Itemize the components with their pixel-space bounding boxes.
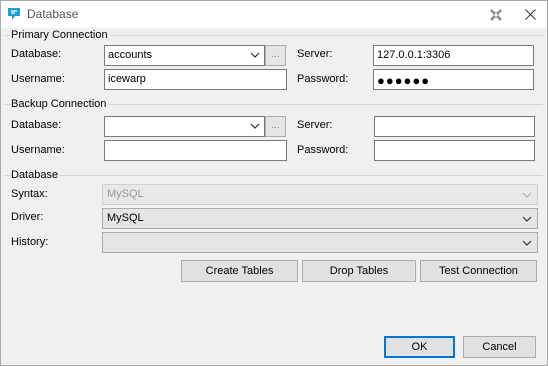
chevron-down-icon <box>522 192 532 198</box>
backup-database-label: Database: <box>11 119 62 131</box>
primary-database-value: accounts <box>108 49 153 61</box>
backup-server-input[interactable] <box>374 116 535 137</box>
syntax-dropdown: MySQL <box>102 184 538 205</box>
primary-username-label: Username: <box>11 73 65 85</box>
primary-password-label: Password: <box>297 73 349 85</box>
backup-database-browse-button[interactable]: ... <box>265 116 286 137</box>
primary-username-input[interactable]: icewarp <box>104 69 287 90</box>
chevron-down-icon <box>250 123 260 129</box>
backup-password-input[interactable] <box>374 140 535 161</box>
title-bar: Database <box>1 1 547 28</box>
database-section-label: Database <box>11 169 61 181</box>
driver-value: MySQL <box>107 212 144 224</box>
primary-password-input[interactable]: ●●●●●● <box>373 69 534 90</box>
chevron-down-icon <box>522 240 532 246</box>
backup-password-label: Password: <box>297 144 349 156</box>
driver-label: Driver: <box>11 211 44 223</box>
database-app-icon <box>8 8 20 20</box>
primary-database-label: Database: <box>11 48 62 60</box>
primary-connection-label: Primary Connection <box>11 29 110 41</box>
ok-button[interactable]: OK <box>384 336 455 358</box>
driver-dropdown[interactable]: MySQL <box>102 208 538 229</box>
syntax-label: Syntax: <box>11 188 48 200</box>
history-dropdown[interactable] <box>102 232 538 253</box>
chevron-down-icon <box>250 52 260 58</box>
primary-database-browse-button[interactable]: ... <box>265 45 286 66</box>
backup-server-label: Server: <box>297 119 333 131</box>
database-dialog: Database Primary Connection Database: ac… <box>0 0 548 366</box>
primary-database-combo[interactable]: accounts <box>104 45 265 66</box>
history-label: History: <box>11 236 49 248</box>
drop-tables-button[interactable]: Drop Tables <box>302 260 416 282</box>
cancel-button[interactable]: Cancel <box>463 336 536 358</box>
primary-server-label: Server: <box>297 48 333 60</box>
backup-connection-label: Backup Connection <box>11 98 109 110</box>
window-title: Database <box>27 7 79 21</box>
create-tables-button[interactable]: Create Tables <box>181 260 298 282</box>
close-icon <box>524 9 536 20</box>
backup-username-label: Username: <box>11 144 65 156</box>
settings-icon <box>490 8 502 21</box>
backup-username-input[interactable] <box>104 140 287 161</box>
syntax-value: MySQL <box>107 188 144 200</box>
chevron-down-icon <box>522 216 532 222</box>
close-button[interactable] <box>513 1 547 28</box>
backup-database-combo[interactable] <box>104 116 265 137</box>
test-connection-button[interactable]: Test Connection <box>420 260 537 282</box>
settings-button[interactable] <box>479 1 513 28</box>
primary-server-input[interactable]: 127.0.0.1:3306 <box>373 45 534 66</box>
